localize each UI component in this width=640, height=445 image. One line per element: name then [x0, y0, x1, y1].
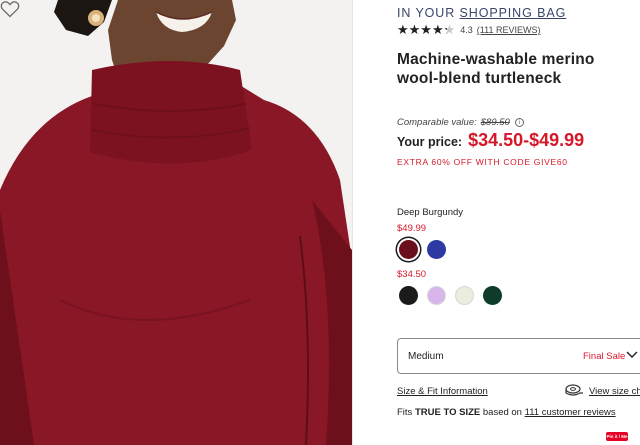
promo-code-text: EXTRA 60% OFF WITH CODE GIVE60 [397, 157, 568, 167]
reviews-link[interactable]: (111 REVIEWS) [477, 25, 541, 35]
product-title: Machine-washable merino wool-blend turtl… [397, 51, 595, 87]
price-range: $34.50-$49.99 [468, 130, 585, 150]
bag-prefix: IN YOUR [397, 6, 460, 20]
your-price-label: Your price: [397, 135, 463, 149]
fit-note-prefix: Fits [397, 407, 415, 418]
color-swatch-forest-green[interactable] [483, 286, 502, 305]
in-your-bag-line: IN YOUR SHOPPING BAG [397, 6, 566, 20]
star-rating-filled: ★★★★★ [397, 23, 447, 37]
pinit-badge[interactable]: Pin it / Me [606, 432, 628, 441]
product-photo-illustration [0, 0, 352, 445]
rating-value: 4.3 [460, 25, 473, 35]
shopping-bag-link[interactable]: SHOPPING BAG [460, 6, 567, 20]
measuring-tape-icon [565, 384, 583, 396]
view-size-chart-link[interactable]: View size chart [589, 386, 640, 397]
color-group-price: $49.99 [397, 223, 427, 234]
size-value: Medium [408, 351, 444, 362]
color-swatch-lavender[interactable] [427, 286, 446, 305]
color-swatch-deep-burgundy[interactable] [399, 240, 418, 259]
image-divider [352, 0, 353, 445]
info-icon[interactable]: i [514, 118, 524, 127]
color-swatch-royal-blue[interactable] [427, 240, 446, 259]
chevron-down-icon [626, 351, 638, 358]
size-fit-info-link[interactable]: Size & Fit Information [397, 386, 488, 397]
heart-icon[interactable] [0, 0, 20, 18]
fit-note: Fits TRUE TO SIZE based on 111 customer … [397, 407, 616, 418]
rating-row: ★★★★★ ★★★★★ 4.3 (111 REVIEWS) [397, 23, 540, 37]
price-row: Your price: $34.50-$49.99 [397, 130, 584, 151]
comparable-label: Comparable value: [397, 117, 477, 128]
final-sale-label: Final Sale [583, 351, 626, 362]
star-rating: ★★★★★ ★★★★★ [397, 23, 455, 37]
color-swatch-black[interactable] [399, 286, 418, 305]
color-group-price: $34.50 [397, 269, 427, 280]
customer-reviews-link[interactable]: 111 customer reviews [525, 407, 616, 418]
comparable-price: $89.50 [480, 117, 510, 128]
color-swatch-ivory[interactable] [455, 286, 474, 305]
true-to-size-label: TRUE TO SIZE [414, 407, 481, 418]
product-image[interactable] [0, 0, 352, 445]
size-select[interactable]: Medium Final Sale [397, 338, 640, 374]
selected-color-name: Deep Burgundy [397, 207, 464, 218]
comparable-value: Comparable value: $89.50 i [397, 117, 524, 128]
fit-note-mid: based on [480, 407, 525, 418]
